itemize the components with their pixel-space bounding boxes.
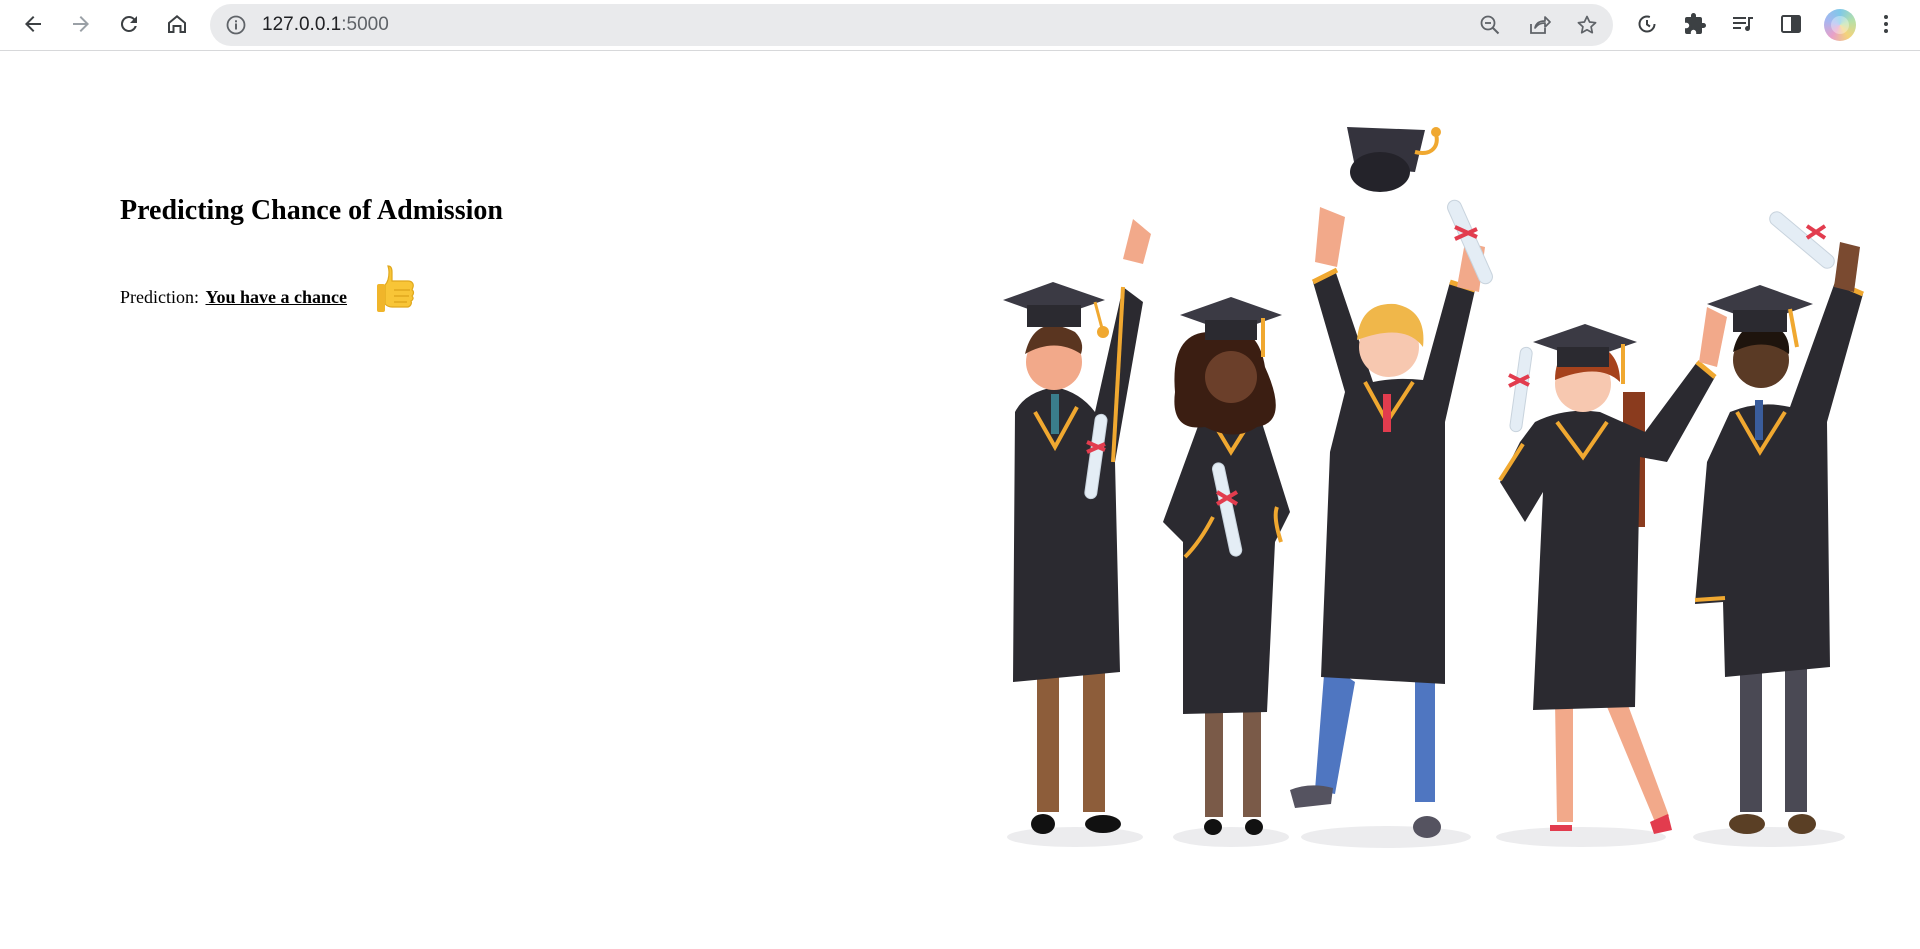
media-queue-button[interactable]	[1725, 6, 1761, 42]
more-vert-icon	[1884, 15, 1888, 33]
graduate-4	[1498, 307, 1727, 834]
zoom-out-icon[interactable]	[1478, 13, 1502, 37]
back-button[interactable]	[15, 6, 51, 42]
address-bar[interactable]: 127.0.0.1:5000	[210, 4, 1613, 46]
graduate-3	[1290, 199, 1493, 838]
history-sync-icon	[1638, 15, 1656, 33]
media-queue-icon	[1733, 17, 1753, 31]
home-button[interactable]	[159, 6, 195, 42]
prediction-line: Prediction: You have a chance	[120, 287, 347, 308]
graduate-2	[1163, 297, 1290, 835]
flying-cap	[1347, 127, 1441, 192]
info-icon[interactable]	[224, 13, 248, 37]
reload-button[interactable]	[111, 6, 147, 42]
home-icon	[168, 15, 186, 33]
url-port: :5000	[341, 14, 389, 35]
graduates-illustration	[1003, 127, 1864, 848]
browser-toolbar: 127.0.0.1:5000	[0, 0, 1920, 51]
arrow-left-icon	[25, 16, 41, 32]
extensions-button[interactable]	[1677, 6, 1713, 42]
url-text[interactable]: 127.0.0.1:5000	[262, 4, 389, 46]
thumbs-up-icon	[377, 265, 415, 312]
page-title: Predicting Chance of Admission	[120, 195, 503, 226]
star-icon[interactable]	[1575, 13, 1599, 37]
arrow-right-icon	[73, 16, 89, 32]
prediction-result: You have a chance	[205, 287, 348, 307]
url-host: 127.0.0.1	[262, 14, 342, 35]
puzzle-icon	[1685, 13, 1706, 34]
forward-button[interactable]	[63, 6, 99, 42]
side-panel-icon	[1781, 15, 1801, 33]
graduate-5	[1694, 211, 1864, 834]
menu-button[interactable]	[1868, 6, 1904, 42]
history-sync-button[interactable]	[1629, 6, 1665, 42]
profile-avatar[interactable]	[1824, 9, 1856, 41]
reload-icon	[120, 15, 137, 32]
graduate-1	[1003, 219, 1151, 834]
side-panel-button[interactable]	[1773, 6, 1809, 42]
prediction-label: Prediction:	[120, 287, 199, 307]
share-icon[interactable]	[1527, 13, 1551, 37]
